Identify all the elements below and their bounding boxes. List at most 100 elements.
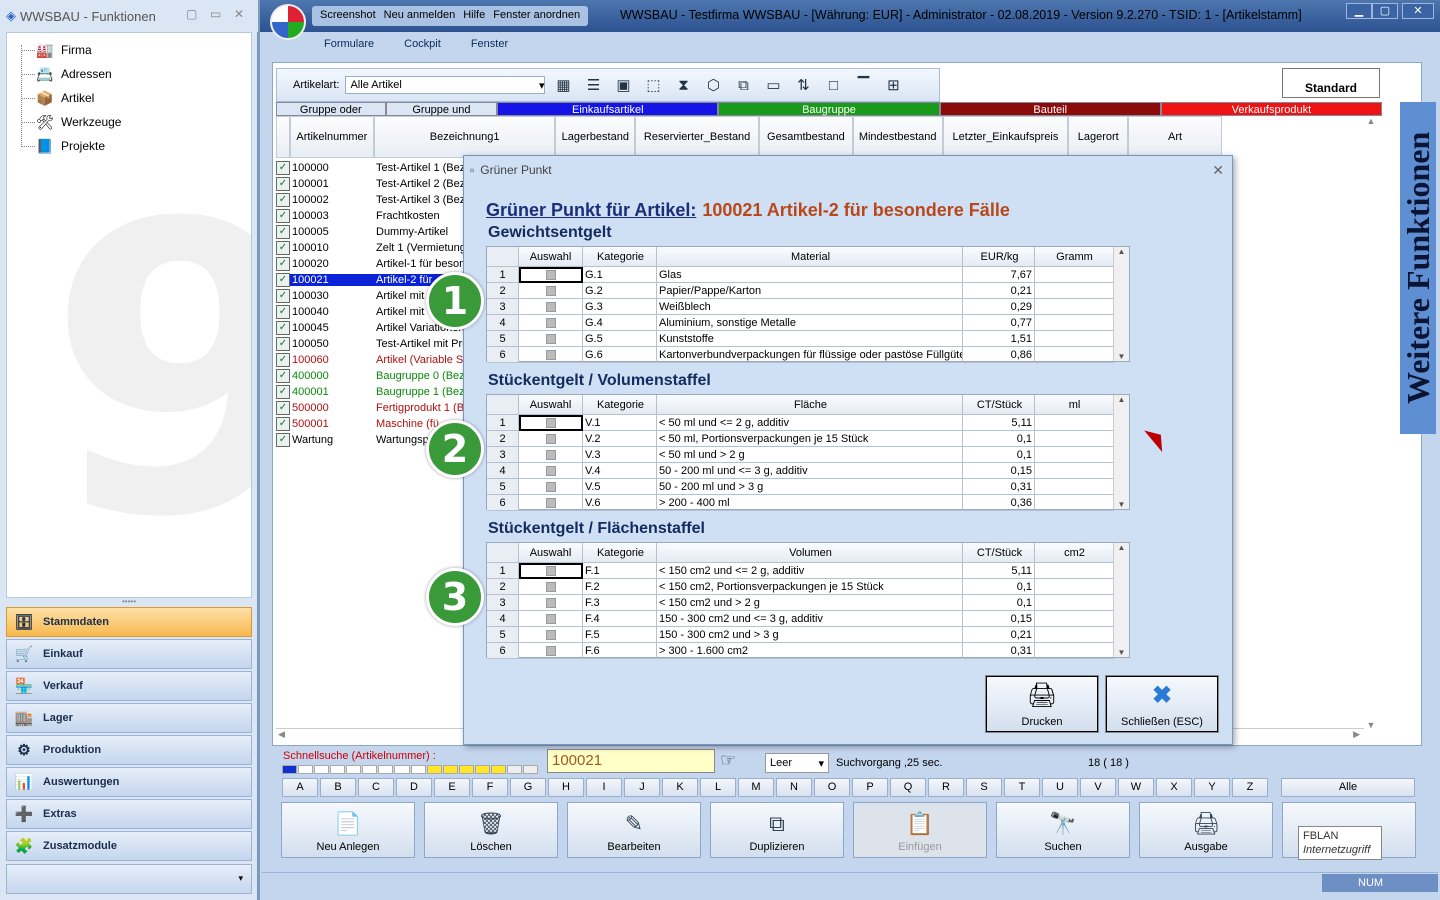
letter-button-k[interactable]: K <box>662 778 698 797</box>
minimize-button[interactable]: ▁ <box>1346 3 1372 19</box>
suchen-button[interactable]: 🔭 Suchen <box>996 802 1130 858</box>
checkbox[interactable] <box>545 497 556 508</box>
amount-cell[interactable] <box>1035 315 1115 331</box>
grid-row[interactable]: 3 V.3 < 50 ml und > 2 g 0,1 <box>487 447 1129 463</box>
grid-row[interactable]: 1 G.1 Glas 7,67 <box>487 267 1129 283</box>
auswahl-cell[interactable] <box>519 479 583 495</box>
grid-row[interactable]: 1 F.1 < 150 cm2 und <= 2 g, additiv 5,11 <box>487 563 1129 579</box>
letter-button-d[interactable]: D <box>396 778 432 797</box>
category-filter[interactable]: Baugruppe <box>718 102 940 116</box>
column-header[interactable]: Bezeichnung1 <box>373 116 556 158</box>
standard-view-button[interactable]: Standard <box>1282 68 1380 98</box>
amount-cell[interactable] <box>1035 595 1115 611</box>
grid-row[interactable]: 6 G.6 Kartonverbundverpackungen für flüssi… <box>487 347 1129 363</box>
letter-button-h[interactable]: H <box>548 778 584 797</box>
letter-button-s[interactable]: S <box>966 778 1002 797</box>
column-header[interactable]: Gesamtbestand <box>758 116 853 158</box>
checkbox[interactable] <box>545 581 556 592</box>
amount-cell[interactable] <box>1035 643 1115 659</box>
vertical-scrollbar[interactable]: ▲ ▼ <box>1362 116 1380 730</box>
window-icon[interactable]: □ <box>821 73 845 97</box>
rectangle-icon[interactable]: ▭ <box>761 73 785 97</box>
auswahl-cell[interactable] <box>519 431 583 447</box>
letter-all-button[interactable]: Alle <box>1281 778 1415 797</box>
category-filter[interactable]: Verkaufsprodukt <box>1160 102 1383 116</box>
grid-row[interactable]: 5 V.5 50 - 200 ml und > 3 g 0,31 <box>487 479 1129 495</box>
row-check-icon[interactable]: ✓ <box>276 385 290 399</box>
checkbox[interactable] <box>545 433 556 444</box>
letter-button-m[interactable]: M <box>738 778 774 797</box>
auswahl-cell[interactable] <box>519 415 583 431</box>
grid-row[interactable]: 5 G.5 Kunststoffe 1,51 <box>487 331 1129 347</box>
column-header[interactable]: Letzter_Einkaufspreis <box>942 116 1069 158</box>
grid-row[interactable]: 5 F.5 150 - 300 cm2 und > 3 g 0,21 <box>487 627 1129 643</box>
grid-row[interactable]: 6 V.6 > 200 - 400 ml 0,36 <box>487 495 1129 511</box>
table-row[interactable]: ✓ 500000 Fertigprodukt 1 (B <box>276 400 472 416</box>
row-check-icon[interactable]: ✓ <box>276 337 290 351</box>
letter-button-w[interactable]: W <box>1118 778 1154 797</box>
pin-icon[interactable]: ▢ <box>186 7 197 21</box>
row-check-icon[interactable]: ✓ <box>276 401 290 415</box>
grid-scrollbar[interactable]: ▲ ▼ <box>1113 395 1129 509</box>
table-row[interactable]: ✓ 100000 Test-Artikel 1 (Bez <box>276 160 472 176</box>
row-check-icon[interactable]: ✓ <box>276 417 290 431</box>
checkbox[interactable] <box>545 317 556 328</box>
schnellsuche-input[interactable]: 100021 <box>547 749 715 773</box>
amount-cell[interactable] <box>1035 627 1115 643</box>
chevron-down-icon[interactable]: ▾ <box>238 873 243 884</box>
checkbox[interactable] <box>546 270 556 280</box>
grid-row[interactable]: 2 F.2 < 150 cm2, Portionsverpackungen je 1… <box>487 579 1129 595</box>
neu-anlegen-button[interactable]: 📄 Neu Anlegen <box>281 802 415 858</box>
checkbox[interactable] <box>545 333 556 344</box>
letter-button-n[interactable]: N <box>776 778 812 797</box>
menu-fenster[interactable]: Fenster <box>471 38 508 50</box>
tree-item-artikel[interactable]: 📦 Artikel <box>35 87 94 109</box>
checkbox[interactable] <box>545 285 556 296</box>
column-header[interactable]: Lagerbestand <box>555 116 636 158</box>
letter-button-j[interactable]: J <box>624 778 660 797</box>
checkbox[interactable] <box>545 645 556 656</box>
row-check-icon[interactable]: ✓ <box>276 321 290 335</box>
checkbox[interactable] <box>545 629 556 640</box>
row-check-icon[interactable]: ✓ <box>276 161 290 175</box>
restore-icon[interactable]: ▭ <box>210 7 221 21</box>
column-header[interactable]: Art <box>1128 116 1222 158</box>
quick-screenshot[interactable]: Screenshot <box>320 9 376 23</box>
amount-cell[interactable] <box>1035 447 1115 463</box>
amount-cell[interactable] <box>1035 331 1115 347</box>
amount-cell[interactable] <box>1035 463 1115 479</box>
print-button[interactable]: 🖨 Drucken <box>985 675 1099 733</box>
stack-icon[interactable]: ☰ <box>581 73 605 97</box>
column-header[interactable]: Mindestbestand <box>852 116 943 158</box>
artikelart-select[interactable]: Alle Artikel ▾ <box>345 76 546 94</box>
auswahl-cell[interactable] <box>519 463 583 479</box>
letter-button-l[interactable]: L <box>700 778 736 797</box>
checkbox[interactable] <box>545 597 556 608</box>
grid-row[interactable]: 4 V.4 50 - 200 ml und <= 3 g, additiv 0,15 <box>487 463 1129 479</box>
grid-row[interactable]: 1 V.1 < 50 ml und <= 2 g, additiv 5,11 <box>487 415 1129 431</box>
amount-cell[interactable] <box>1035 283 1115 299</box>
auswahl-cell[interactable] <box>519 563 583 579</box>
grid-row[interactable]: 6 F.6 > 300 - 1.600 cm2 0,31 <box>487 643 1129 659</box>
letter-button-g[interactable]: G <box>510 778 546 797</box>
nav-lager[interactable]: 🏬 Lager <box>6 703 252 733</box>
letter-button-u[interactable]: U <box>1042 778 1078 797</box>
column-header[interactable]: Lagerort <box>1068 116 1129 158</box>
einfügen-button[interactable]: 📋 Einfügen <box>853 802 987 858</box>
row-check-icon[interactable]: ✓ <box>276 369 290 383</box>
box-icon[interactable]: ⬡ <box>701 73 725 97</box>
leer-select[interactable]: Leer ▾ <box>765 753 829 773</box>
checkbox[interactable] <box>545 449 556 460</box>
menu-formulare[interactable]: Formulare <box>324 38 374 50</box>
tree-item-projekte[interactable]: 📘 Projekte <box>35 135 105 157</box>
tree-item-werkzeuge[interactable]: 🛠 Werkzeuge <box>35 111 121 133</box>
grid-row[interactable]: 2 V.2 < 50 ml, Portionsverpackungen je 15 … <box>487 431 1129 447</box>
grid-scrollbar[interactable]: ▲ ▼ <box>1113 543 1129 657</box>
image-icon[interactable]: ▣ <box>611 73 635 97</box>
letter-button-z[interactable]: Z <box>1232 778 1268 797</box>
nav-produktion[interactable]: ⚙ Produktion <box>6 735 252 765</box>
grid-scrollbar[interactable]: ▲ ▼ <box>1113 247 1129 361</box>
checkbox[interactable] <box>545 465 556 476</box>
checkbox[interactable] <box>546 566 556 576</box>
row-check-icon[interactable]: ✓ <box>276 257 290 271</box>
